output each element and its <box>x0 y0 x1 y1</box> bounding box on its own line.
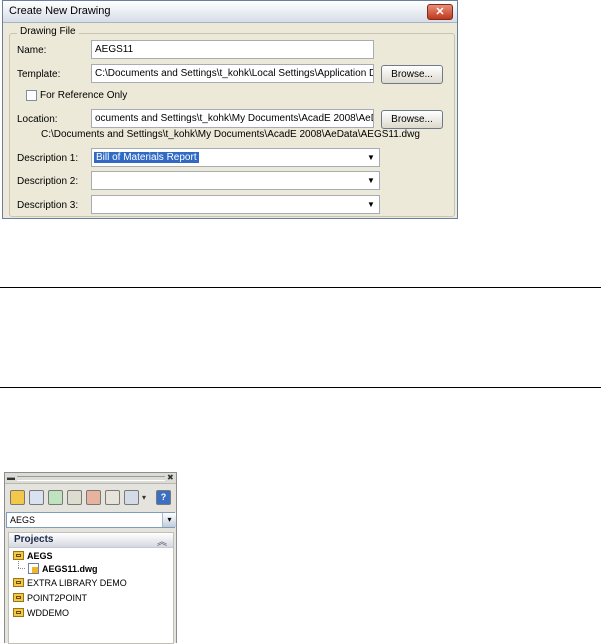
properties-icon[interactable] <box>29 490 44 505</box>
project-folder-icon <box>13 578 24 587</box>
description-3-label: Description 3: <box>17 200 79 211</box>
projects-header[interactable]: Projects ︽ <box>9 533 173 548</box>
project-select-value: AEGS <box>10 515 36 525</box>
tree-item-wddemo[interactable]: WDDEMO <box>13 607 69 619</box>
template-browse-button[interactable]: Browse... <box>381 65 443 84</box>
project-select[interactable]: AEGS ▾ <box>6 512 176 528</box>
location-browse-button[interactable]: Browse... <box>381 110 443 129</box>
tree-connector <box>18 561 20 568</box>
settings-icon[interactable] <box>124 490 139 505</box>
template-label: Template: <box>17 69 61 80</box>
projects-pane: Projects ︽ AEGS AEGS11.dwg EXTRA LIBRARY… <box>8 532 174 644</box>
refresh-icon[interactable] <box>48 490 63 505</box>
description-1-value: Bill of Materials Report <box>94 152 199 163</box>
minimize-icon[interactable]: ▬ <box>7 473 15 482</box>
project-folder-icon <box>13 551 24 560</box>
help-icon[interactable]: ? <box>156 490 171 505</box>
create-new-drawing-dialog: Create New Drawing ✕ Drawing File Name: … <box>2 0 458 219</box>
settings-menu-arrow[interactable]: ▾ <box>142 493 146 502</box>
close-icon: ✕ <box>435 6 445 18</box>
drawing-file-icon <box>28 563 39 574</box>
tree-item-label: POINT2POINT <box>27 593 88 603</box>
palette-rail <box>17 476 165 481</box>
project-icon[interactable] <box>10 490 25 505</box>
chevron-down-icon[interactable]: ▼ <box>365 172 377 189</box>
tree-item-aegs11-dwg[interactable]: AEGS11.dwg <box>28 563 98 575</box>
tree-connector <box>18 568 25 570</box>
separator-line <box>0 387 601 388</box>
for-reference-only-checkbox[interactable] <box>26 90 37 101</box>
dialog-title: Create New Drawing <box>9 5 111 17</box>
palette-grip-bar[interactable]: ▬ ✖ <box>5 473 176 484</box>
project-folder-icon <box>13 608 24 617</box>
location-label: Location: <box>17 114 58 125</box>
tree-item-extra-library-demo[interactable]: EXTRA LIBRARY DEMO <box>13 577 127 589</box>
tree-item-point2point[interactable]: POINT2POINT <box>13 592 87 604</box>
collapse-icon[interactable]: ︽ <box>157 533 167 548</box>
chevron-down-icon[interactable]: ▼ <box>365 196 377 213</box>
chevron-down-icon[interactable]: ▼ <box>365 149 377 166</box>
close-button[interactable]: ✕ <box>427 4 453 20</box>
location-input[interactable]: ocuments and Settings\t_kohk\My Document… <box>91 109 374 128</box>
description-3-combo[interactable]: ▼ <box>91 195 380 214</box>
full-path-text: C:\Documents and Settings\t_kohk\My Docu… <box>41 129 420 140</box>
project-folder-icon <box>13 593 24 602</box>
drawing-list-icon[interactable] <box>105 490 120 505</box>
description-1-label: Description 1: <box>17 153 79 164</box>
description-2-label: Description 2: <box>17 176 79 187</box>
dialog-titlebar[interactable]: Create New Drawing ✕ <box>3 1 457 23</box>
for-reference-only-label: For Reference Only <box>40 90 128 101</box>
tree-item-label: WDDEMO <box>27 608 69 618</box>
help-glyph: ? <box>160 492 167 502</box>
description-2-combo[interactable]: ▼ <box>91 171 380 190</box>
chevron-down-icon[interactable]: ▾ <box>162 513 176 527</box>
tree-item-label: AEGS <box>27 551 53 561</box>
tree-item-label: AEGS11.dwg <box>42 564 98 574</box>
brush-icon[interactable] <box>67 490 82 505</box>
name-input[interactable]: AEGS11 <box>91 40 374 59</box>
separator-line <box>0 287 601 288</box>
template-input[interactable]: C:\Documents and Settings\t_kohk\Local S… <box>91 64 374 83</box>
drawing-file-group-label: Drawing File <box>17 26 79 37</box>
name-label: Name: <box>17 45 47 56</box>
projects-title: Projects <box>14 534 54 545</box>
close-icon[interactable]: ✖ <box>167 473 174 482</box>
project-manager-palette: ▬ ✖ ▾ ? AEGS ▾ Projects ︽ AEGS AEGS11.dw… <box>4 472 177 644</box>
tree-item-label: EXTRA LIBRARY DEMO <box>27 578 127 588</box>
description-1-combo[interactable]: Bill of Materials Report ▼ <box>91 148 380 167</box>
erase-icon[interactable] <box>86 490 101 505</box>
